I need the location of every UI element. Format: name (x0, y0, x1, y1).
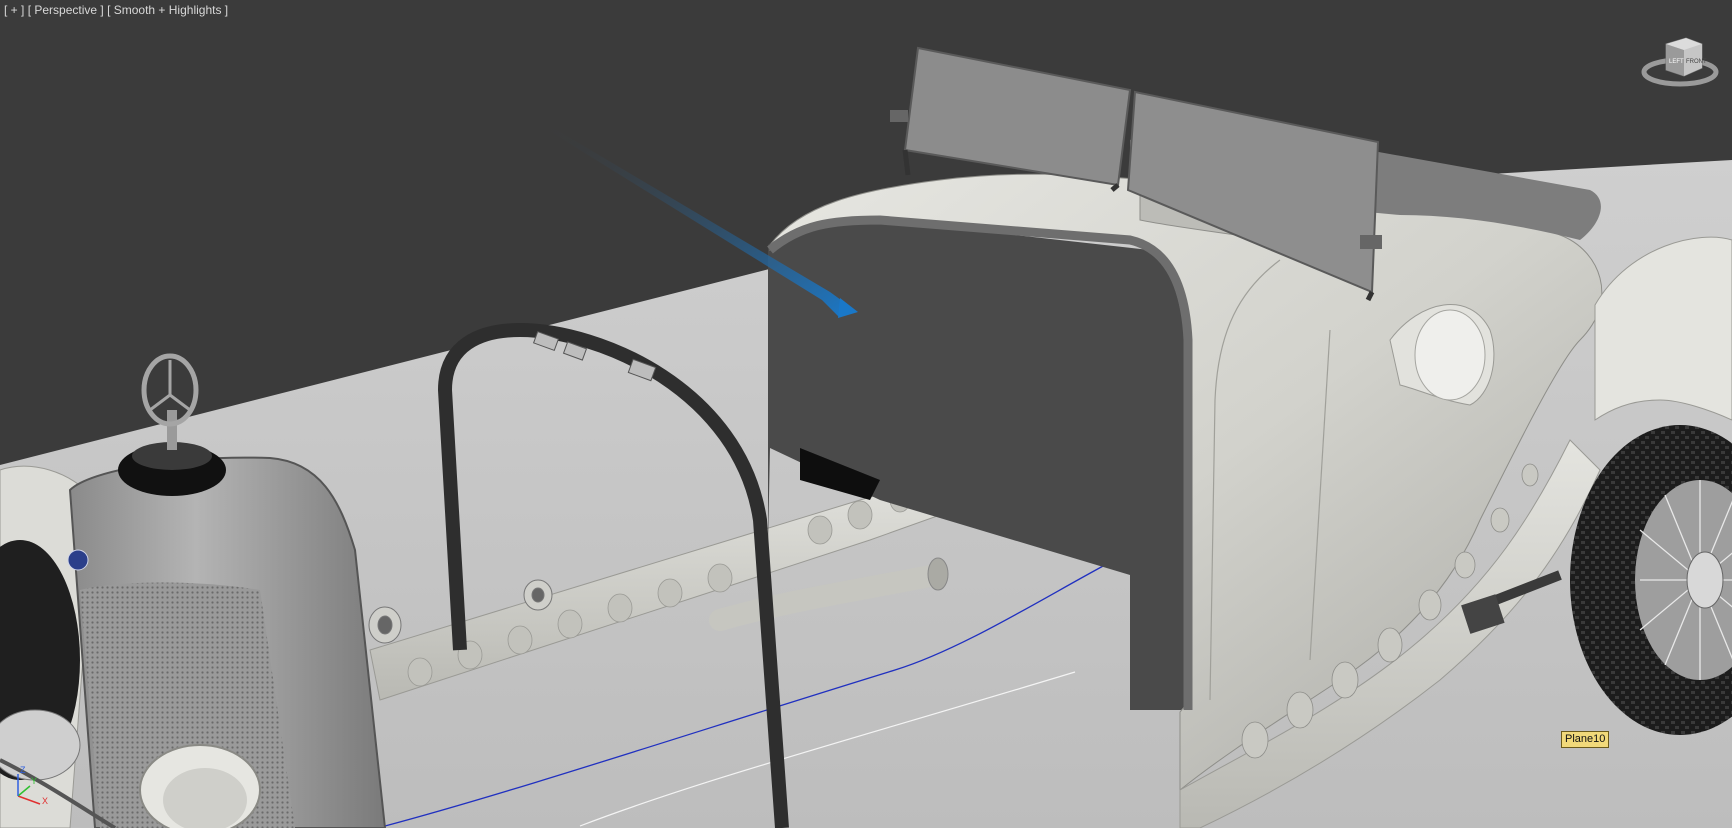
rear-wheel-hub (1414, 309, 1486, 401)
viewport-label: [ + ] [ Perspective ] [ Smooth + Highlig… (4, 2, 228, 18)
rear-hub-cap (1686, 551, 1724, 609)
3d-viewport[interactable]: [ + ] [ Perspective ] [ Smooth + Highlig… (0, 0, 1732, 828)
badge-emblem (67, 549, 89, 571)
viewcube-icon[interactable]: LEFT FRONT (1640, 30, 1720, 90)
axis-x-label: X (42, 796, 48, 806)
viewport-view-mode[interactable]: [ Perspective ] (28, 3, 104, 17)
exhaust-tip (927, 557, 949, 591)
ornament-stem (167, 410, 177, 450)
viewcube-face-left[interactable]: LEFT (1669, 59, 1684, 65)
viewport-menu-plus[interactable]: [ + ] (4, 3, 24, 17)
axis-z-label: Z (20, 765, 26, 775)
scene-render[interactable] (0, 0, 1732, 828)
viewport-shading-mode[interactable]: [ Smooth + Highlights ] (107, 3, 228, 17)
axis-tripod-icon: X Y Z (4, 764, 50, 810)
axis-y-label: Y (31, 776, 37, 786)
viewcube-face-front[interactable]: FRONT (1686, 59, 1707, 65)
object-name-tooltip: Plane10 (1561, 731, 1610, 748)
